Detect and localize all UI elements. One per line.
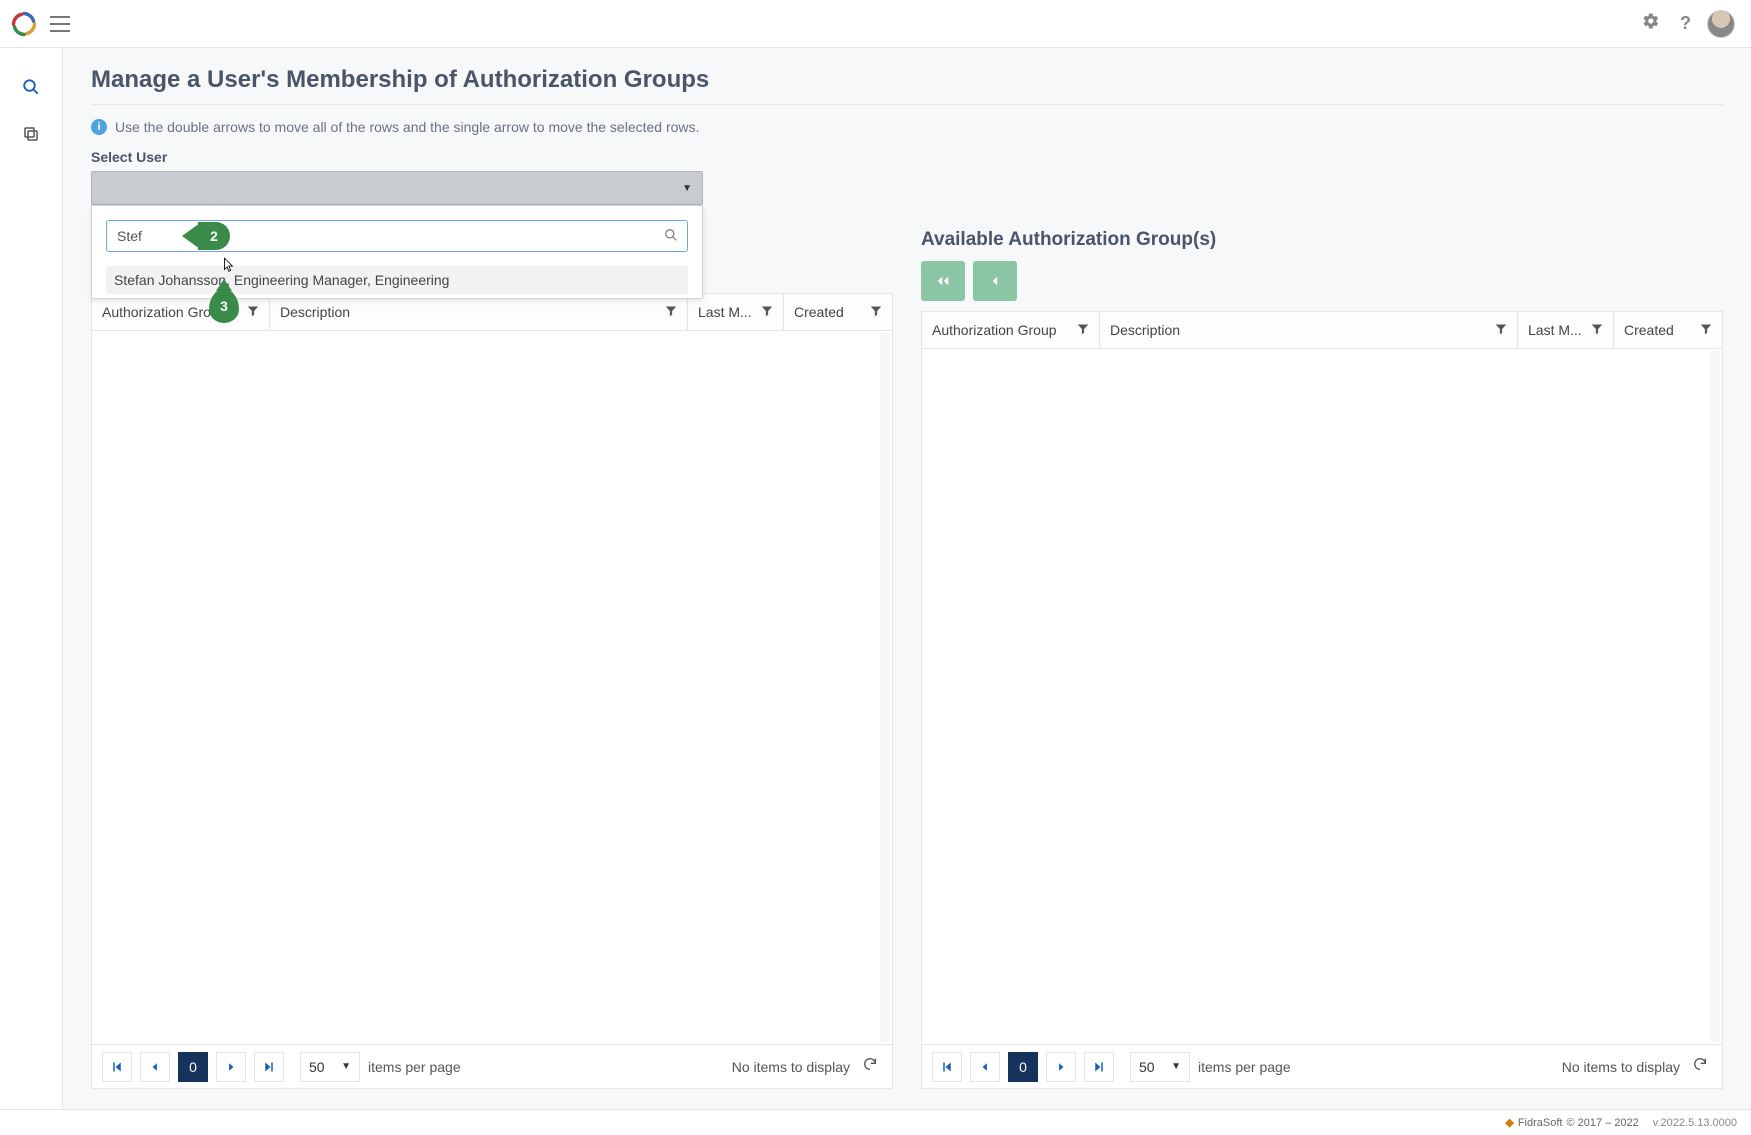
available-groups-grid: Authorization Group Description Last M..… [921,311,1723,1089]
topbar: ? [0,0,1751,48]
empty-message: No items to display [1562,1059,1680,1075]
info-text: Use the double arrows to move all of the… [115,119,699,135]
pager-last[interactable] [1084,1052,1114,1082]
user-avatar[interactable] [1707,10,1735,38]
available-groups-panel: Available Authorization Group(s) Authori… [921,229,1723,1089]
filter-icon[interactable] [665,305,677,320]
per-page-label: items per page [368,1059,461,1075]
footer-version: v.2022.5.13.0000 [1653,1117,1737,1129]
sort-asc-icon: ▲ [229,307,239,318]
grid-header: Authorization Group Description Last M..… [922,312,1722,349]
move-left-button[interactable] [973,261,1017,301]
filter-icon[interactable] [1495,323,1507,338]
chevron-down-icon: ▼ [341,1061,351,1072]
grid-header: Authorization Group ▲ Description Last M… [92,294,892,331]
col-last-modified[interactable]: Last M... [1518,312,1614,348]
col-description[interactable]: Description [270,294,688,330]
refresh-icon[interactable] [858,1052,882,1081]
filter-icon[interactable] [870,305,882,320]
refresh-icon[interactable] [1688,1052,1712,1081]
member-groups-panel: 3 Authorization Group ▲ Description [91,229,893,1089]
user-option[interactable]: Stefan Johansson, Engineering Manager, E… [106,266,688,294]
pager-next[interactable] [1046,1052,1076,1082]
col-last-modified[interactable]: Last M... [688,294,784,330]
col-authorization-group[interactable]: Authorization Group [922,312,1100,348]
pager-first[interactable] [932,1052,962,1082]
user-select[interactable]: ▼ 2 Stefan Johansson, Engineering Manage… [91,171,703,205]
scrollbar[interactable] [880,333,890,1042]
empty-message: No items to display [732,1059,850,1075]
pager-prev[interactable] [970,1052,1000,1082]
footer-brand: ◆FidraSoft© 2017 – 2022 [1505,1116,1638,1129]
copy-icon[interactable] [22,125,40,148]
grid-body [92,331,892,1044]
pager-last[interactable] [254,1052,284,1082]
content-area: Manage a User's Membership of Authorizat… [63,48,1751,1109]
col-created[interactable]: Created [784,294,892,330]
filter-icon[interactable] [1591,323,1603,338]
pager-first[interactable] [102,1052,132,1082]
page-title: Manage a User's Membership of Authorizat… [91,66,1723,94]
pager-current: 0 [1008,1052,1038,1082]
filter-icon[interactable] [761,305,773,320]
chevron-down-icon: ▼ [682,183,692,194]
page-size-select[interactable]: 50 ▼ [1130,1052,1190,1082]
grid-body [922,349,1722,1044]
col-description[interactable]: Description [1100,312,1518,348]
settings-gear-icon[interactable] [1638,8,1664,39]
move-buttons [921,261,1723,301]
col-authorization-group[interactable]: Authorization Group ▲ [92,294,270,330]
pager-next[interactable] [216,1052,246,1082]
pager-current: 0 [178,1052,208,1082]
filter-icon[interactable] [1077,323,1089,338]
search-icon[interactable] [22,78,40,101]
left-rail [0,48,63,1109]
footer: ◆FidraSoft© 2017 – 2022 v.2022.5.13.0000 [0,1109,1751,1135]
scrollbar[interactable] [1710,351,1720,1042]
user-search-input[interactable] [106,220,688,252]
member-groups-grid: Authorization Group ▲ Description Last M… [91,293,893,1089]
col-created[interactable]: Created [1614,312,1722,348]
per-page-label: items per page [1198,1059,1291,1075]
available-groups-title: Available Authorization Group(s) [921,229,1723,251]
pager: 0 50 ▼ items per page No items to displa… [922,1044,1722,1088]
user-select-display[interactable]: ▼ [91,171,703,205]
filter-icon[interactable] [1700,323,1712,338]
user-select-dropdown: 2 Stefan Johansson, Engineering Manager,… [91,205,703,299]
info-banner: i Use the double arrows to move all of t… [91,119,1723,135]
page-size-select[interactable]: 50 ▼ [300,1052,360,1082]
move-all-left-button[interactable] [921,261,965,301]
select-user-label: Select User [91,149,1723,165]
divider [91,104,1723,105]
filter-icon[interactable] [247,305,259,320]
pager: 0 50 ▼ items per page No items to displa… [92,1044,892,1088]
chevron-down-icon: ▼ [1171,1061,1181,1072]
help-icon[interactable]: ? [1676,9,1695,38]
app-logo [10,10,38,38]
menu-toggle-icon[interactable] [50,16,70,32]
pager-prev[interactable] [140,1052,170,1082]
info-icon: i [91,119,107,135]
